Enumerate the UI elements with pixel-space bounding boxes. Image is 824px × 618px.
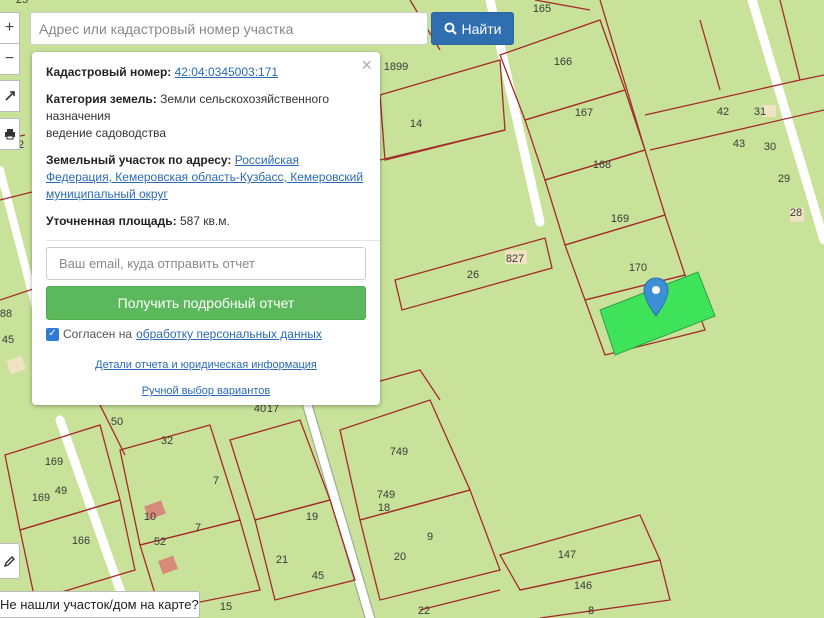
divider [46,240,380,241]
parcel-number-label: 14 [410,118,422,130]
parcel-number-label: 749 [377,489,395,501]
expand-icon [4,91,15,101]
search-input[interactable] [31,13,427,44]
not-found-button[interactable]: Не нашли участок/дом на карте? [0,591,200,618]
parcel-number-label: 26 [467,269,479,281]
search-box [30,12,428,45]
parcel-number-label: 7 [213,475,219,487]
zoom-out-label: − [4,50,15,67]
consent-text: Согласен на [63,327,133,341]
search-button[interactable]: Найти [431,12,514,45]
email-field-wrap [46,247,366,280]
parcel-number-label: 166 [554,56,572,68]
category-row: Категория земель: Земли сельскохозяйстве… [46,91,366,142]
parcel-number-label: 50 [111,416,123,428]
not-found-label: Не нашли участок/дом на карте? [0,597,199,612]
parcel-number-label: 1899 [384,61,408,73]
address-label: Земельный участок по адресу: [46,153,232,167]
parcel-number-label: 167 [575,107,593,119]
category-label: Категория земель: [46,92,157,106]
search-icon [444,22,457,35]
parcel-number-label: 9 [427,531,433,543]
parcel-number-label: 25 [16,0,28,6]
marker-dot [652,286,660,294]
parcel-number-label: 30 [764,141,776,153]
parcel-number-label: 49 [55,485,67,497]
parcel-number-label: 165 [533,3,551,15]
cadastral-number-link[interactable]: 42:04:0345003:171 [175,65,278,79]
parcel-number-label: 749 [390,446,408,458]
parcel-number-label: 147 [558,549,576,561]
close-icon[interactable]: × [361,56,372,74]
parcel-info-popup: × Кадастровый номер: 42:04:0345003:171 К… [32,52,380,405]
consent-row: ✓ Согласен на обработку персональных дан… [46,327,366,341]
personal-data-link[interactable]: обработку персональных данных [136,327,322,341]
category-use: ведение садоводства [46,126,167,140]
parcel-number-label: 18 [378,502,390,514]
parcel-number-label: 169 [611,213,629,225]
parcel-number-label: 43 [733,138,745,150]
parcel-number-label: 29 [778,173,790,185]
parcel-number-label: 45 [2,334,14,346]
parcel-number-label: 168 [593,159,611,171]
consent-checkbox[interactable]: ✓ [46,327,59,341]
fullscreen-button[interactable] [0,80,20,112]
cadastral-row: Кадастровый номер: 42:04:0345003:171 [46,64,366,81]
area-row: Уточненная площадь: 587 кв.м. [46,213,366,230]
manual-selection-link[interactable]: Ручной выбор вариантов [142,385,270,397]
parcel-number-label: 19 [306,511,318,523]
address-row: Земельный участок по адресу: Российская … [46,152,366,203]
get-report-label: Получить подробный отчет [117,295,295,311]
pencil-icon [3,555,15,567]
parcel-number-label: 28 [790,207,802,219]
parcel-number-label: 20 [394,551,406,563]
email-field[interactable] [47,248,365,279]
parcel-number-label: 170 [629,262,647,274]
zoom-in-label: + [4,19,15,36]
parcel-number-label: 32 [161,435,173,447]
parcel-number-label: 42 [717,106,729,118]
manual-row: Ручной выбор вариантов [46,385,366,397]
parcel-number-label: 169 [45,456,63,468]
search-button-label: Найти [461,20,502,37]
details-link[interactable]: Детали отчета и юридическая информация [95,359,317,371]
print-icon [4,129,15,140]
parcel-number-label: 8 [588,605,594,617]
print-button[interactable] [0,118,20,150]
parcel-number-label: 45 [312,570,324,582]
parcel-number-label: 52 [154,536,166,548]
parcel-number-label: 146 [574,580,592,592]
area-label: Уточненная площадь: [46,214,177,228]
parcel-number-label: 88 [0,308,12,320]
parcel-number-label: 10 [144,511,156,523]
parcel-number-label: 169 [32,492,50,504]
parcel-number-label: 7 [195,522,201,534]
parcel-number-label: 21 [276,554,288,566]
parcel-number-label: 15 [220,601,232,613]
parcel-number-label: 31 [754,106,766,118]
details-row: Детали отчета и юридическая информация [46,359,366,371]
parcel-number-label: 166 [72,535,90,547]
parcel-number-label: 22 [418,605,430,617]
zoom-out-button[interactable]: − [0,43,20,75]
area-value: 587 кв.м. [179,214,230,228]
parcel-number-label: 827 [506,253,524,265]
draw-button[interactable] [0,543,20,579]
cadastral-label: Кадастровый номер: [46,65,172,79]
zoom-in-button[interactable]: + [0,12,20,44]
get-report-button[interactable]: Получить подробный отчет [46,286,366,320]
